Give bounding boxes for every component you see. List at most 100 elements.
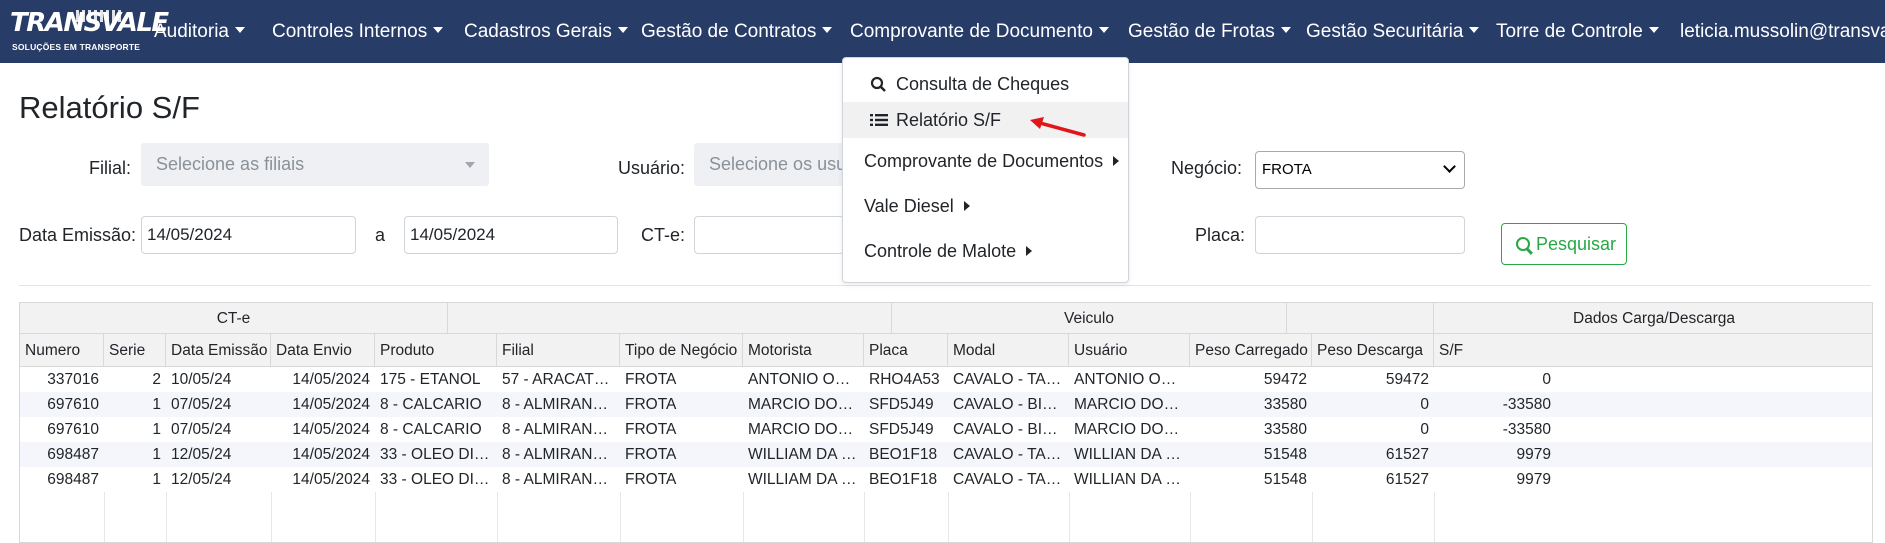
col-serie-cell: 1 xyxy=(152,396,161,413)
col-numero-cell: 697610 xyxy=(47,396,99,413)
usuario-placeholder: Selecione os usu xyxy=(709,154,844,174)
col-peso-carregado-cell: 33580 xyxy=(1263,396,1307,413)
col-usuario-cell: ANTONIO ORNELL... xyxy=(1074,371,1190,388)
cte-input[interactable] xyxy=(694,216,844,254)
nav-controles-internos[interactable]: Controles Internos xyxy=(272,0,444,63)
col-peso-descarga-cell: 61527 xyxy=(1385,446,1429,463)
col-serie-cell: 1 xyxy=(152,421,161,438)
col-tipo-negocio-cell: FROTA xyxy=(625,446,677,463)
col-motorista-cell: WILLIAM DA SILVA xyxy=(748,471,864,488)
col-filial-cell: 57 - ARACATUBA ... xyxy=(502,371,620,388)
col-serie-cell: 1 xyxy=(152,471,161,488)
menu-item-vale-diesel[interactable]: Vale Diesel xyxy=(843,188,1128,224)
menu-item-comprovante-documentos[interactable]: Comprovante de Documentos xyxy=(843,143,1128,179)
col-placa-header[interactable]: Placa xyxy=(864,334,948,367)
chevron-down-icon xyxy=(235,26,245,33)
col-peso-descarga-cell: 59472 xyxy=(1385,371,1429,388)
group-cte: CT-e xyxy=(20,303,448,334)
col-data-emissao-cell: 10/05/24 xyxy=(171,371,232,388)
col-motorista-header[interactable]: Motorista xyxy=(743,334,864,367)
col-data-emissao-header[interactable]: Data Emissão xyxy=(166,334,271,367)
results-grid: CT-e Veiculo Dados Carga/Descarga Numero… xyxy=(19,302,1873,543)
col-modal-cell: CAVALO - BICACA... xyxy=(953,421,1069,438)
menu-item-controle-malote[interactable]: Controle de Malote xyxy=(843,233,1128,269)
table-row[interactable]: 337016 2 10/05/24 14/05/2024 175 - ETANOL 57 … xyxy=(20,367,1872,392)
placa-label: Placa: xyxy=(1195,225,1246,245)
date-range-separator: a xyxy=(375,225,386,245)
column-group-header: CT-e Veiculo Dados Carga/Descarga xyxy=(20,303,1872,334)
nav-torre-controle[interactable]: Torre de Controle xyxy=(1496,0,1659,63)
col-tipo-negocio-header[interactable]: Tipo de Negócio xyxy=(620,334,743,367)
col-placa-cell: SFD5J49 xyxy=(869,421,934,438)
col-tipo-negocio-cell: FROTA xyxy=(625,471,677,488)
col-modal-cell: CAVALO - BICACA... xyxy=(953,396,1069,413)
negocio-select[interactable]: FROTA xyxy=(1255,151,1465,189)
col-data-emissao-cell: 12/05/24 xyxy=(171,471,232,488)
nav-gestao-frotas[interactable]: Gestão de Frotas xyxy=(1128,0,1291,63)
data-fim-input[interactable]: 14/05/2024 xyxy=(404,216,618,254)
col-sf-cell: 0 xyxy=(1542,371,1551,388)
col-numero-header[interactable]: Numero xyxy=(20,334,104,367)
col-filial-header[interactable]: Filial xyxy=(497,334,620,367)
filial-select[interactable]: Selecione as filiais xyxy=(141,143,489,186)
transvale-logo[interactable]: TRANSVALE SOLUÇÕES EM TRANSPORTE xyxy=(10,8,169,56)
menu-item-consulta-cheques[interactable]: Consulta de Cheques xyxy=(843,66,1128,102)
placa-input[interactable] xyxy=(1255,216,1465,254)
table-row[interactable]: 697610 1 07/05/24 14/05/2024 8 - CALCARIO 8 -… xyxy=(20,417,1872,442)
col-sf-header[interactable]: S/F xyxy=(1434,334,1872,367)
nav-gestao-securitaria[interactable]: Gestão Securitária xyxy=(1306,0,1480,63)
col-usuario-cell: MARCIO DOUGLA... xyxy=(1074,396,1190,413)
table-row[interactable]: 698487 1 12/05/24 14/05/2024 33 - OLEO DIESE… xyxy=(20,442,1872,467)
col-numero-cell: 698487 xyxy=(47,471,99,488)
nav-user-account[interactable]: leticia.mussolin@transvale xyxy=(1680,0,1885,63)
col-tipo-negocio-cell: FROTA xyxy=(625,371,677,388)
col-usuario-header[interactable]: Usuário xyxy=(1069,334,1190,367)
col-produto-cell: 8 - CALCARIO xyxy=(380,421,482,438)
column-header-row: Numero Serie Data Emissão Data Envio Produto… xyxy=(20,334,1872,367)
col-data-envio-cell: 14/05/2024 xyxy=(292,471,370,488)
chevron-down-icon xyxy=(465,162,475,168)
col-motorista-cell: MARCIO DOUGLA... xyxy=(748,421,864,438)
col-placa-cell: BEO1F18 xyxy=(869,446,938,463)
chevron-down-icon xyxy=(1648,26,1659,33)
col-peso-descarga-header[interactable]: Peso Descarga xyxy=(1312,334,1434,367)
nav-gestao-contratos[interactable]: Gestão de Contratos xyxy=(641,0,833,63)
nav-auditoria[interactable]: Auditoria xyxy=(154,0,245,63)
chevron-down-icon xyxy=(1443,160,1456,173)
data-inicio-input[interactable]: 14/05/2024 xyxy=(141,216,356,254)
section-divider xyxy=(19,285,1871,286)
col-data-envio-cell: 14/05/2024 xyxy=(292,421,370,438)
group-veiculo: Veiculo xyxy=(892,303,1287,334)
pesquisar-button[interactable]: Pesquisar xyxy=(1501,223,1627,265)
comprovante-dropdown-menu: Consulta de Cheques Relatório S/F Compro… xyxy=(842,57,1129,283)
table-row[interactable]: 697610 1 07/05/24 14/05/2024 8 - CALCARIO 8 -… xyxy=(20,392,1872,417)
col-produto-cell: 175 - ETANOL xyxy=(380,371,481,388)
col-data-envio-header[interactable]: Data Envio xyxy=(271,334,375,367)
nav-cadastros-gerais[interactable]: Cadastros Gerais xyxy=(464,0,628,63)
usuario-label: Usuário: xyxy=(618,158,686,178)
data-emissao-label: Data Emissão: xyxy=(19,225,137,245)
caret-right-icon xyxy=(1026,246,1033,256)
col-numero-cell: 697610 xyxy=(47,421,99,438)
col-peso-descarga-cell: 0 xyxy=(1420,421,1429,438)
col-modal-header[interactable]: Modal xyxy=(948,334,1069,367)
col-filial-cell: 8 - ALMIRANTE TA... xyxy=(502,421,620,438)
negocio-value: FROTA xyxy=(1262,161,1312,178)
col-modal-cell: CAVALO - TANQUE xyxy=(953,446,1069,463)
col-modal-cell: CAVALO - TANQUE xyxy=(953,471,1069,488)
col-peso-descarga-cell: 61527 xyxy=(1385,471,1429,488)
col-serie-header[interactable]: Serie xyxy=(104,334,166,367)
usuario-select[interactable]: Selecione os usu xyxy=(694,143,844,186)
nav-comprovante-documento[interactable]: Comprovante de Documento xyxy=(850,0,1109,63)
table-row[interactable]: 698487 1 12/05/24 14/05/2024 33 - OLEO DIESE… xyxy=(20,467,1872,492)
col-peso-carregado-cell: 59472 xyxy=(1263,371,1307,388)
col-produto-header[interactable]: Produto xyxy=(375,334,497,367)
col-data-emissao-cell: 07/05/24 xyxy=(171,421,232,438)
col-usuario-cell: MARCIO DOUGLA... xyxy=(1074,421,1190,438)
logo-tagline: SOLUÇÕES EM TRANSPORTE xyxy=(12,42,141,52)
col-peso-carregado-header[interactable]: Peso Carregado xyxy=(1190,334,1312,367)
chevron-down-icon xyxy=(1469,26,1480,33)
col-produto-cell: 33 - OLEO DIESEL xyxy=(380,471,497,488)
col-placa-cell: BEO1F18 xyxy=(869,471,938,488)
filial-placeholder: Selecione as filiais xyxy=(156,154,305,174)
